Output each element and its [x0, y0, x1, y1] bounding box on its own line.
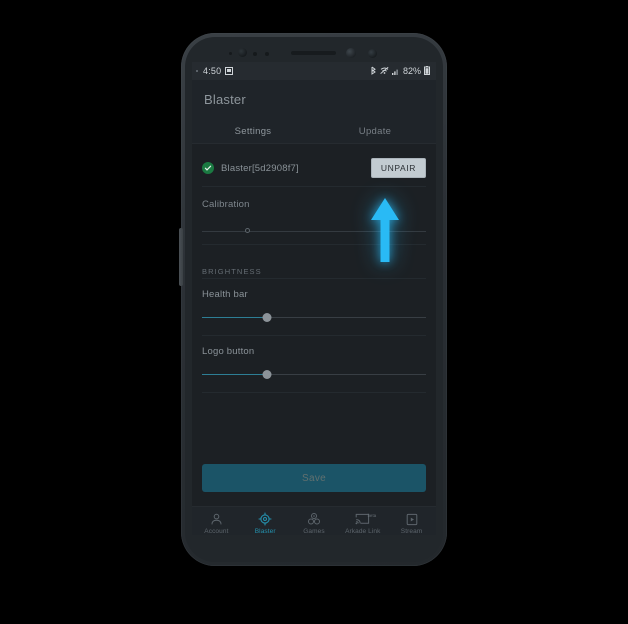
- nav-item-blaster[interactable]: Blaster: [241, 512, 290, 535]
- bottom-navigation: Account Blaster Games beta Arkade Link S…: [192, 506, 436, 535]
- status-indicator-dot: [196, 70, 198, 72]
- status-bar-right: 82%: [370, 62, 430, 80]
- front-camera: [368, 49, 377, 58]
- screenshot-image-icon: [225, 62, 234, 80]
- calibration-label: Calibration: [202, 199, 250, 210]
- logo-button-label: Logo button: [202, 346, 255, 357]
- health-bar-slider-fill: [202, 317, 267, 318]
- proximity-sensor: [238, 48, 247, 57]
- health-bar-slider-thumb[interactable]: [262, 313, 272, 322]
- screenshot-canvas: 4:50 82% Blaster Settings Update Blaster…: [0, 0, 628, 624]
- status-bar: 4:50 82%: [192, 62, 436, 80]
- nav-item-account[interactable]: Account: [192, 512, 241, 535]
- device-name-label: Blaster[5d2908f7]: [221, 162, 299, 174]
- nav-item-stream-label: Stream: [400, 528, 423, 535]
- divider: [202, 392, 426, 393]
- calibration-slider[interactable]: [202, 220, 426, 244]
- app-bar: Blaster: [192, 80, 436, 118]
- nav-item-account-label: Account: [204, 528, 229, 535]
- game-dots-icon: [307, 512, 321, 526]
- wifi-off-icon: [380, 62, 389, 80]
- health-bar-slider[interactable]: [202, 308, 426, 328]
- calibration-slider-track: [202, 231, 426, 232]
- nav-item-stream[interactable]: Stream: [387, 512, 436, 535]
- logo-button-brightness-group: Logo button: [202, 336, 426, 392]
- nav-item-games-label: Games: [303, 528, 325, 535]
- health-bar-brightness-group: Health bar: [202, 279, 426, 335]
- tab-settings[interactable]: Settings: [192, 118, 314, 144]
- sensor-dot: [265, 52, 269, 56]
- save-button[interactable]: Save: [202, 464, 426, 492]
- page-title: Blaster: [204, 91, 246, 107]
- nav-item-games[interactable]: Games: [290, 512, 339, 535]
- phone-screen: 4:50 82% Blaster Settings Update Blaster…: [192, 62, 436, 535]
- bluetooth-icon: [370, 62, 377, 80]
- logo-button-slider-fill: [202, 374, 267, 375]
- unpair-button[interactable]: UNPAIR: [370, 158, 426, 178]
- tab-settings-label: Settings: [234, 125, 272, 137]
- battery-icon: [424, 62, 430, 80]
- beta-badge: beta: [367, 513, 377, 518]
- tab-update[interactable]: Update: [314, 118, 436, 144]
- nav-item-arkade-link-label: Arkade Link: [345, 528, 381, 535]
- paired-device-row: Blaster[5d2908f7] UNPAIR: [202, 144, 426, 186]
- nav-item-blaster-label: Blaster: [254, 528, 276, 535]
- sensor-dot: [253, 52, 257, 56]
- earpiece-speaker: [291, 51, 336, 55]
- status-time: 4:50: [203, 66, 222, 76]
- person-icon: [210, 512, 223, 526]
- tab-bar: Settings Update: [192, 118, 436, 144]
- stream-play-icon: [406, 512, 418, 526]
- logo-button-slider-thumb[interactable]: [262, 370, 272, 379]
- crosshair-icon: [258, 512, 272, 526]
- green-check-icon: [202, 162, 214, 174]
- battery-percent-label: 82%: [402, 66, 421, 76]
- brightness-section-header: BRIGHTNESS: [202, 267, 262, 276]
- nav-item-arkade-link[interactable]: beta Arkade Link: [338, 512, 387, 535]
- settings-content: Blaster[5d2908f7] UNPAIR Calibration BRI…: [192, 144, 436, 506]
- status-bar-left: 4:50: [196, 62, 234, 80]
- calibration-section: Calibration: [202, 187, 426, 244]
- tab-update-label: Update: [358, 125, 392, 137]
- logo-button-slider[interactable]: [202, 365, 426, 385]
- calibration-slider-thumb[interactable]: [244, 228, 250, 233]
- cellular-signal-icon: [391, 62, 400, 80]
- volume-button[interactable]: [179, 228, 183, 286]
- health-bar-label: Health bar: [202, 289, 248, 300]
- iris-scanner: [346, 48, 356, 58]
- sensor-dot: [229, 52, 232, 55]
